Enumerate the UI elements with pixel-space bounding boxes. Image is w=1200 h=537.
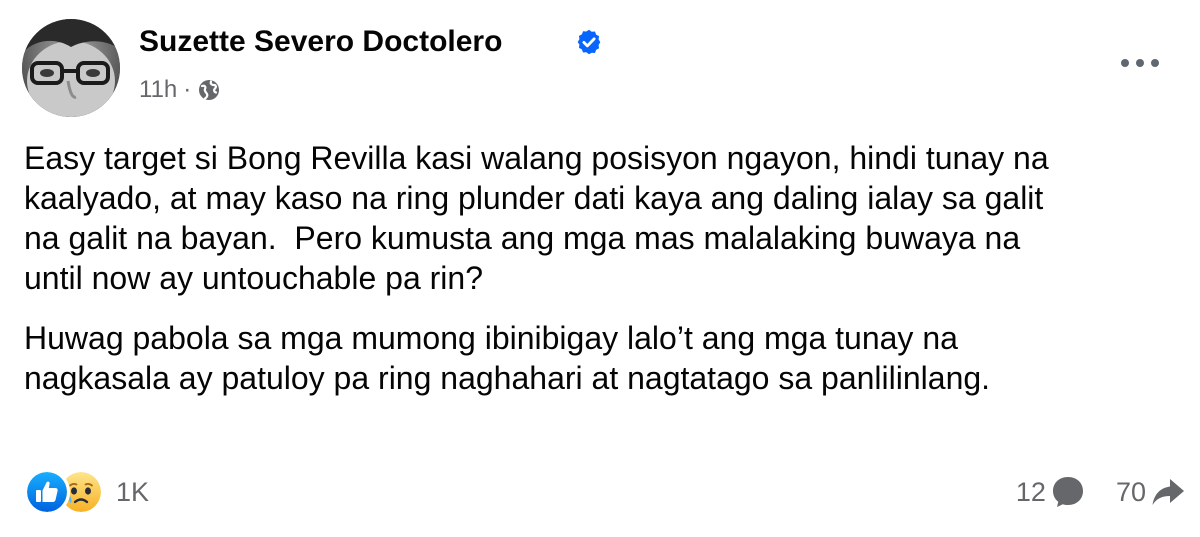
reaction-count: 1K	[116, 476, 150, 507]
shares-count-button[interactable]: 70	[1116, 474, 1186, 510]
post-meta: 11h ·	[139, 75, 221, 105]
more-dots-icon	[1121, 59, 1159, 67]
facebook-post: Suzette Severo Doctolero 11h · Easy targ…	[0, 0, 1200, 537]
comment-count: 12	[1015, 476, 1046, 507]
avatar-photo	[22, 19, 120, 117]
comments-count-button[interactable]: 12	[1016, 474, 1086, 510]
post-paragraph: Huwag pabola sa mga mumong ibinibigay la…	[24, 320, 991, 396]
like-icon	[24, 469, 70, 515]
engagement-stats: 12 70	[1016, 470, 1186, 514]
globe-icon[interactable]	[197, 78, 221, 102]
post-text: Easy target si Bong Revilla kasi walang …	[24, 138, 1184, 398]
meta-separator: ·	[183, 76, 192, 103]
share-icon	[1152, 479, 1184, 505]
reactions-summary[interactable]: 1K	[24, 469, 150, 515]
more-options-button[interactable]	[1116, 48, 1164, 78]
author-name[interactable]: Suzette Severo Doctolero	[139, 25, 502, 59]
post-paragraph: Easy target si Bong Revilla kasi walang …	[24, 140, 1049, 296]
verified-badge-icon[interactable]	[575, 28, 603, 56]
avatar[interactable]	[22, 19, 120, 117]
comment-icon	[1052, 477, 1083, 507]
share-count: 70	[1115, 476, 1146, 507]
post-timestamp[interactable]: 11h	[139, 76, 177, 104]
